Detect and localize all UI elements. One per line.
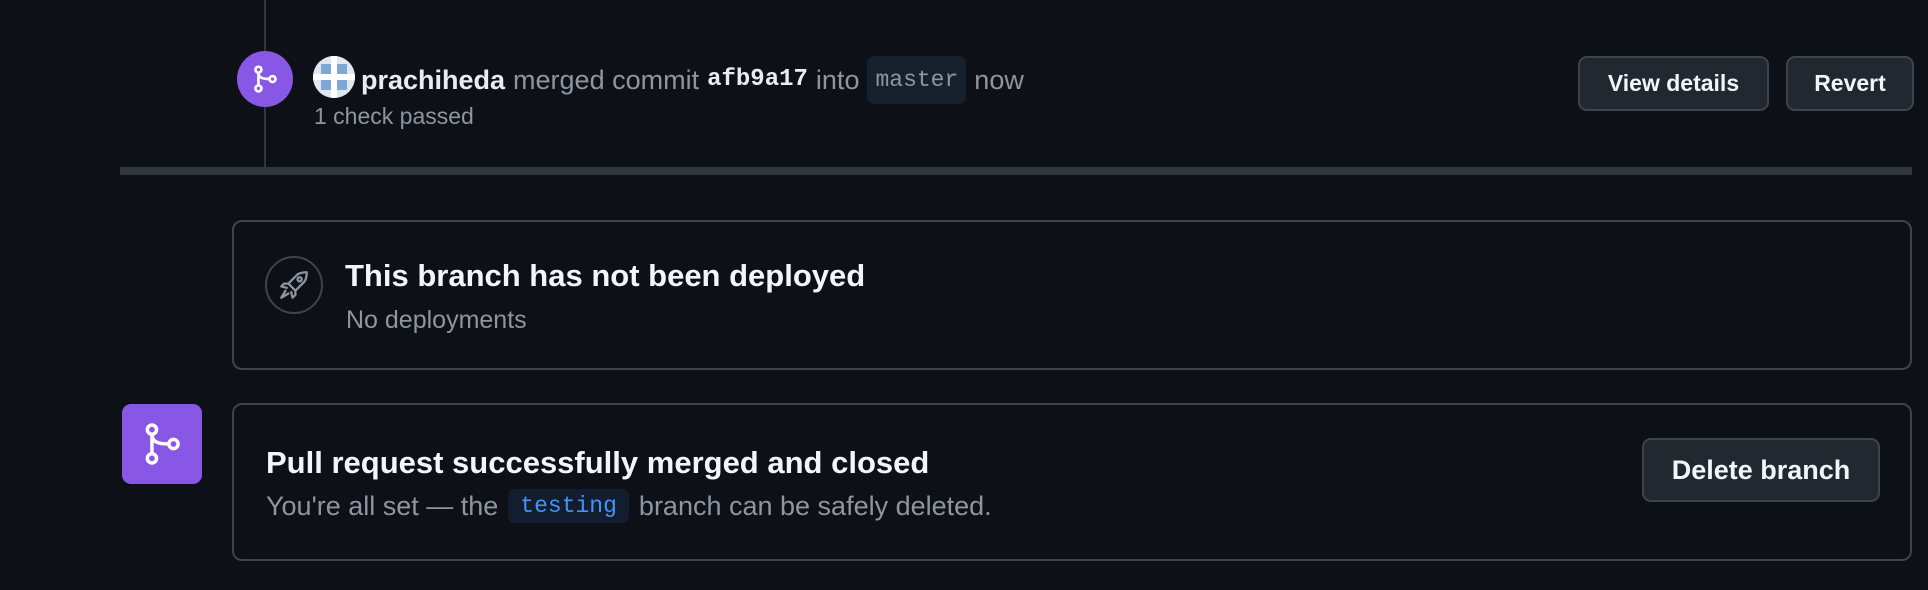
git-merge-icon [122, 404, 202, 484]
source-branch[interactable]: testing [508, 489, 629, 523]
merge-status-title: Pull request successfully merged and clo… [266, 445, 930, 480]
deployment-status-box: This branch has not been deployed No dep… [232, 220, 1912, 370]
checks-status[interactable]: 1 check passed [314, 103, 474, 130]
actor-link[interactable]: prachiheda [361, 60, 505, 100]
target-branch[interactable]: master [867, 56, 967, 104]
merge-status-suffix: branch can be safely deleted. [638, 490, 992, 521]
deployment-title: This branch has not been deployed [345, 258, 866, 293]
merge-event-description: prachiheda merged commit afb9a17 into ma… [361, 56, 1024, 104]
commit-sha-link[interactable]: afb9a17 [707, 60, 808, 100]
delete-branch-button[interactable]: Delete branch [1642, 438, 1880, 502]
event-time: now [974, 65, 1024, 95]
merge-status-box: Pull request successfully merged and clo… [232, 403, 1912, 561]
pull-request-timeline: prachiheda merged commit afb9a17 into ma… [0, 0, 1928, 590]
merge-status-subtitle: You're all set — the testing branch can … [266, 489, 992, 523]
avatar[interactable] [313, 56, 355, 98]
merge-status-prefix: You're all set — the [266, 490, 499, 521]
event-into: into [815, 65, 860, 95]
rocket-icon [265, 256, 323, 314]
view-details-button[interactable]: View details [1578, 56, 1769, 111]
git-merge-icon [237, 51, 293, 107]
event-action: merged commit [513, 65, 700, 95]
timeline-divider [120, 167, 1912, 175]
deployment-subtitle: No deployments [346, 306, 527, 334]
revert-button[interactable]: Revert [1786, 56, 1914, 111]
